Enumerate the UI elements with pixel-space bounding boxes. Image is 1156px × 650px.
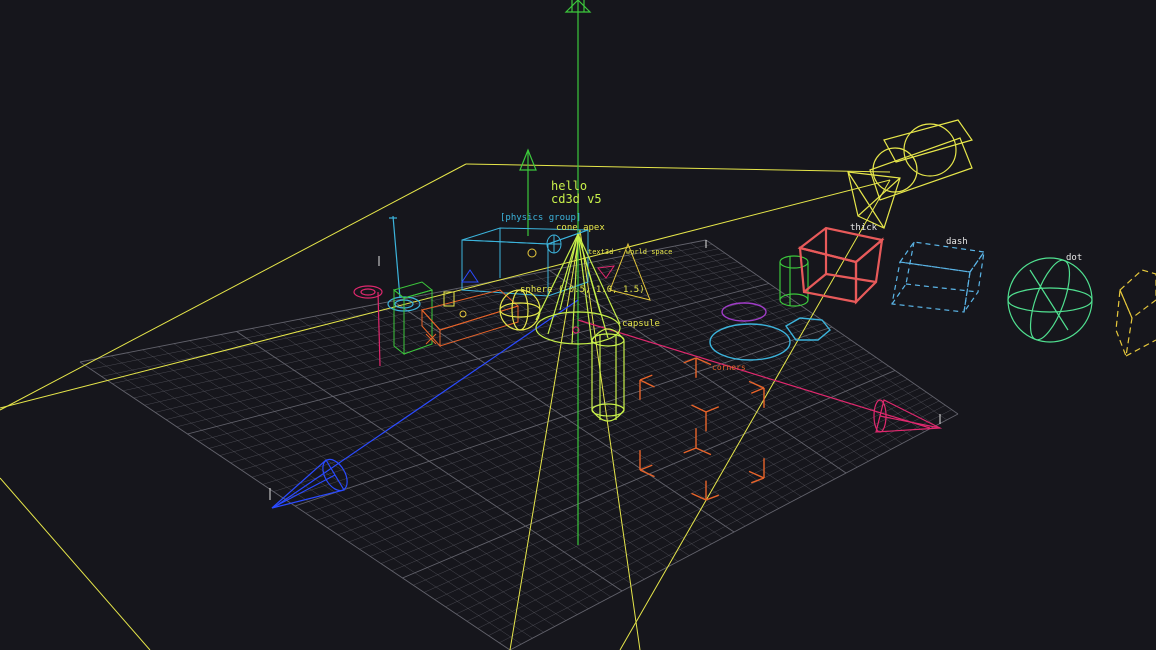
label-physics-group: [physics group]	[500, 213, 581, 223]
overlay-title-line2: cd3d v5	[551, 192, 602, 206]
corner-bracket	[748, 380, 765, 389]
gold-dashed-cube[interactable]	[1115, 269, 1156, 359]
label-cone-apex: cone apex	[556, 223, 605, 233]
3d-viewport[interactable]: hello cd3d v5 [physics group] cone apex …	[0, 0, 1156, 650]
dash-cube[interactable]	[891, 241, 986, 313]
corner-bracket	[705, 406, 720, 413]
label-dot: dot	[1066, 253, 1082, 263]
corner-bracket	[639, 379, 655, 388]
label-dash: dash	[946, 237, 968, 247]
corner-bracket	[639, 374, 653, 381]
corner-bracket	[683, 447, 697, 454]
green-up-arrow[interactable]	[519, 148, 537, 236]
diamond-marker[interactable]	[546, 234, 562, 254]
x-axis	[577, 319, 931, 429]
label-thick: thick	[850, 223, 878, 233]
scene-canvas[interactable]: hello cd3d v5 [physics group] cone apex …	[0, 0, 1156, 650]
grid-line	[95, 358, 522, 645]
grid-line	[643, 251, 914, 438]
grid-line	[674, 245, 936, 427]
grid-line	[111, 355, 533, 639]
corner-bracket	[750, 387, 765, 394]
grid-line	[79, 361, 511, 650]
purple-ellipse[interactable]	[721, 302, 767, 322]
ground-grid	[79, 239, 959, 650]
label-corners: corners	[712, 363, 746, 372]
camera-frustum	[0, 163, 891, 650]
dot-sphere[interactable]	[1007, 256, 1093, 345]
corner-bracket	[683, 357, 697, 364]
label-sphere-coords: sphere (-0.5, 1.0, 1.5)	[520, 285, 645, 295]
corner-bracket	[750, 477, 765, 484]
grid-line	[627, 255, 903, 444]
label-capsule: capsule	[622, 319, 660, 329]
corner-bracket	[639, 469, 655, 478]
overlay-title-line1: hello	[551, 179, 587, 193]
label-world-space: text3d - world space	[588, 248, 672, 256]
grid-line	[705, 239, 959, 415]
camera-gizmo[interactable]	[847, 119, 973, 229]
